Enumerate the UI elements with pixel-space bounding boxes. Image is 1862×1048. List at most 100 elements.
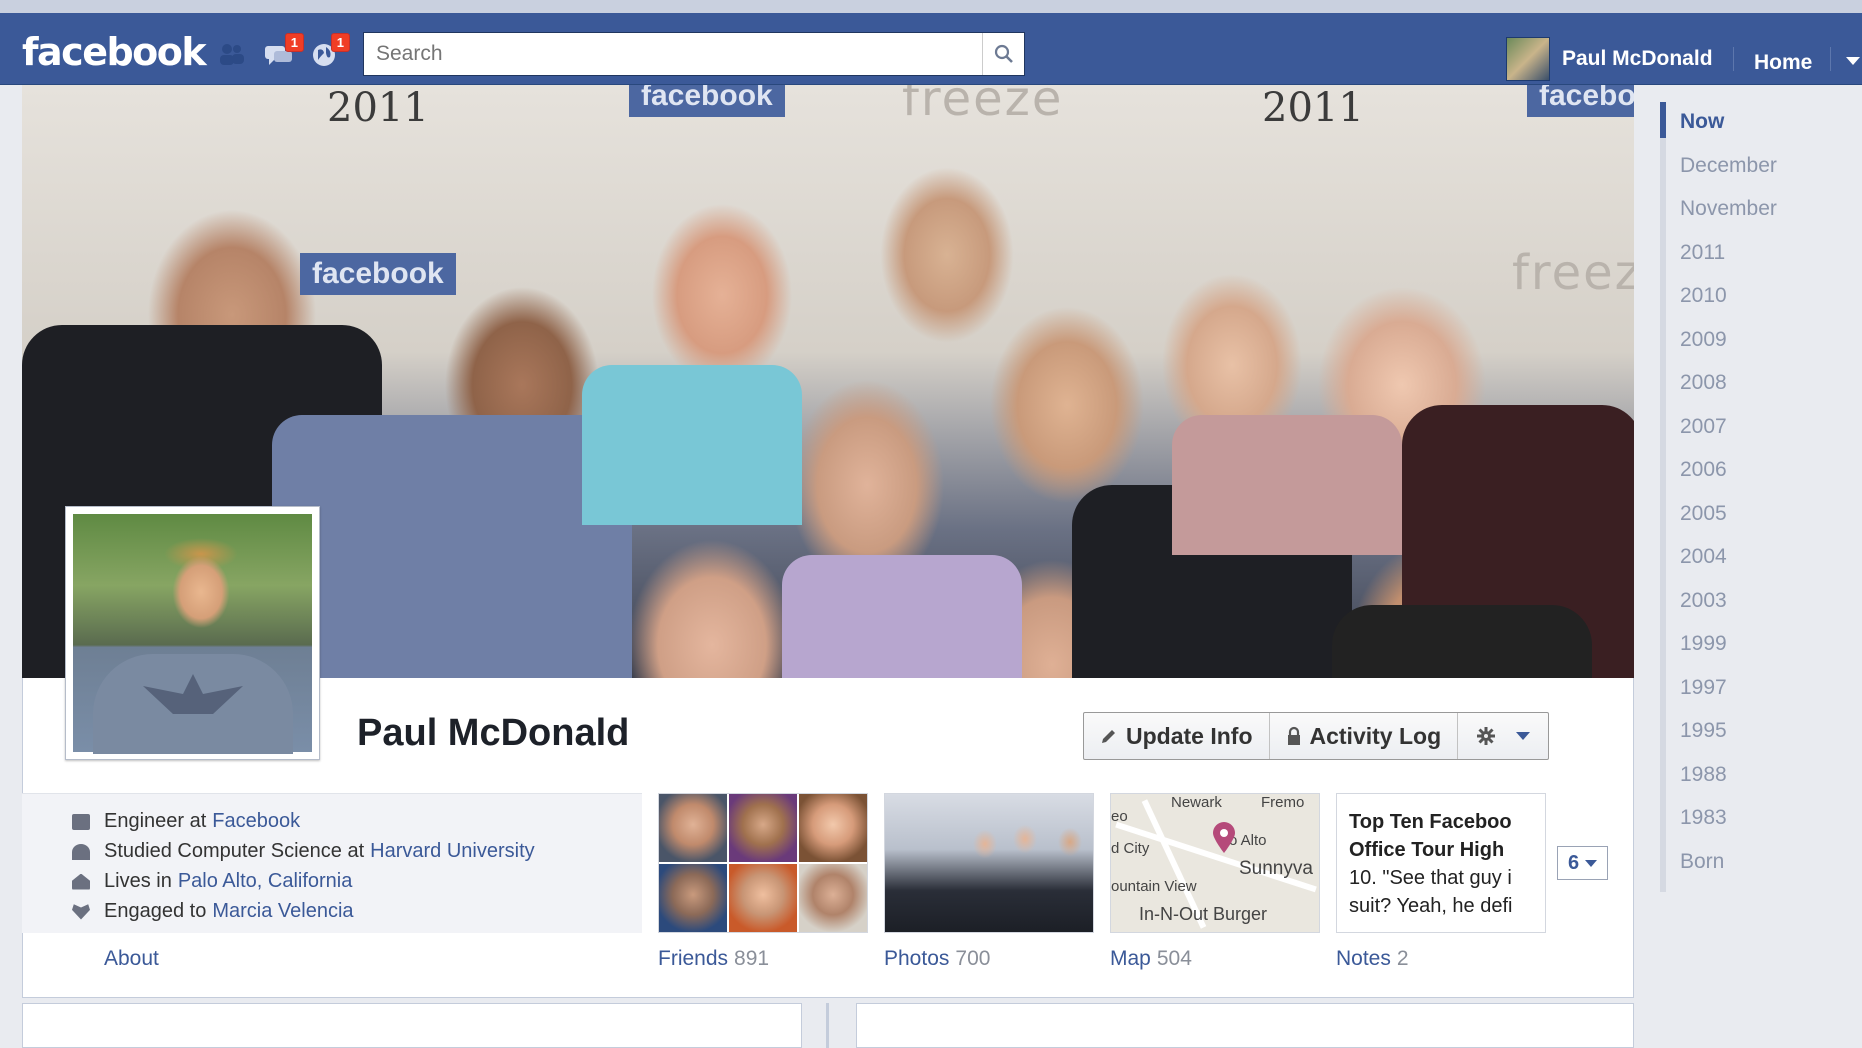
timeline-item-2011[interactable]: 2011 <box>1680 241 1725 265</box>
settings-dropdown-button[interactable] <box>1458 713 1548 759</box>
divider <box>1733 47 1734 71</box>
home-link[interactable]: Home <box>1754 51 1812 75</box>
account-menu-chevron-icon[interactable] <box>1846 57 1860 65</box>
timeline-spine <box>826 1003 829 1048</box>
update-info-label: Update Info <box>1126 722 1253 749</box>
profile-picture-image <box>73 514 312 754</box>
friend-thumbnail <box>659 794 727 862</box>
avatar <box>1506 37 1550 81</box>
friend-thumbnail <box>729 794 797 862</box>
tab-label: About <box>104 947 159 970</box>
friend-requests-jewel[interactable] <box>215 39 249 69</box>
top-bar: facebook 1 1 Paul McDonald <box>0 13 1862 85</box>
divider <box>1830 47 1831 71</box>
profile-link[interactable]: Paul McDonald <box>1506 37 1713 81</box>
timeline-story-card <box>856 1003 1634 1048</box>
tab-count: 700 <box>955 947 991 970</box>
tab-count: 2 <box>1396 947 1409 970</box>
about-education-link[interactable]: Harvard University <box>370 840 534 863</box>
about-relationship: Engaged to Marcia Velencia <box>72 900 354 923</box>
tab-count: 504 <box>1156 947 1192 970</box>
timeline-item-2010[interactable]: 2010 <box>1680 284 1727 308</box>
chevron-down-icon <box>1516 732 1531 740</box>
timeline-item-2008[interactable]: 2008 <box>1680 371 1727 395</box>
map-tile[interactable]: Newark Fremo eo d City o Alto Sunnyva ou… <box>1110 793 1320 933</box>
tab-photos[interactable]: Photos 700 <box>884 947 990 971</box>
note-excerpt: suit? Yeah, he defi <box>1349 895 1513 917</box>
tab-map[interactable]: Map 504 <box>1110 947 1192 971</box>
cover-backdrop-logo: facebo <box>1527 85 1634 117</box>
friends-tile[interactable] <box>658 793 868 933</box>
search-icon <box>994 44 1013 63</box>
timeline-item-1995[interactable]: 1995 <box>1680 719 1727 743</box>
facebook-logo[interactable]: facebook <box>22 30 207 74</box>
map-label: eo <box>1111 808 1128 825</box>
timeline-item-now[interactable]: Now <box>1680 110 1724 134</box>
cover-figure <box>1172 415 1402 555</box>
search-button[interactable] <box>982 33 1024 75</box>
messages-jewel[interactable]: 1 <box>262 33 304 69</box>
about-location: Lives in Palo Alto, California <box>72 870 352 893</box>
tab-label: Photos <box>884 947 950 970</box>
chevron-down-icon <box>1585 859 1598 867</box>
timeline-item-2007[interactable]: 2007 <box>1680 415 1727 439</box>
timeline-item-1988[interactable]: 1988 <box>1680 763 1727 787</box>
timeline-item-2005[interactable]: 2005 <box>1680 502 1727 526</box>
timeline-rail <box>1660 102 1666 892</box>
friend-thumbnail <box>729 864 797 932</box>
update-info-button[interactable]: Update Info <box>1084 713 1270 759</box>
tab-about[interactable]: About <box>104 947 159 971</box>
map-pin-icon <box>1213 822 1235 853</box>
timeline-item-november[interactable]: November <box>1680 197 1777 221</box>
cover-figure <box>582 365 802 525</box>
heart-icon <box>72 904 90 920</box>
timeline-item-1997[interactable]: 1997 <box>1680 676 1727 700</box>
notes-tile[interactable]: Top Ten Faceboo Office Tour High 10. "Se… <box>1336 793 1546 933</box>
map-label: Sunnyva <box>1239 858 1313 879</box>
tab-label: Friends <box>658 947 729 970</box>
timeline-item-december[interactable]: December <box>1680 154 1777 178</box>
about-education-text: Studied Computer Science at <box>104 840 365 862</box>
note-excerpt: 10. "See that guy i <box>1349 867 1512 889</box>
profile-picture[interactable] <box>65 506 320 760</box>
search-box <box>363 32 1025 76</box>
friend-thumbnail <box>799 794 867 862</box>
notifications-jewel[interactable]: 1 <box>308 33 350 69</box>
cover-figure <box>272 415 632 678</box>
about-education: Studied Computer Science at Harvard Univ… <box>72 840 535 863</box>
timeline-item-born[interactable]: Born <box>1680 850 1724 874</box>
activity-log-button[interactable]: Activity Log <box>1270 713 1459 759</box>
about-location-link[interactable]: Palo Alto, California <box>178 870 353 893</box>
about-relationship-link[interactable]: Marcia Velencia <box>212 900 353 923</box>
about-relationship-text: Engaged to <box>104 900 207 922</box>
more-apps-button[interactable]: 6 <box>1557 846 1608 880</box>
cover-backdrop-watermark: freeze <box>902 85 1064 127</box>
map-label: Newark <box>1171 794 1222 811</box>
tab-friends[interactable]: Friends 891 <box>658 947 769 971</box>
tab-count: 891 <box>734 947 770 970</box>
about-summary: Engineer at Facebook Studied Computer Sc… <box>22 793 642 933</box>
about-work-link[interactable]: Facebook <box>212 810 300 833</box>
tab-notes[interactable]: Notes 2 <box>1336 947 1409 971</box>
cover-backdrop-logo: facebook <box>300 253 456 295</box>
photos-thumbnail <box>885 794 1093 932</box>
about-work-text: Engineer at <box>104 810 207 832</box>
cover-backdrop-year: 2011 <box>327 85 429 131</box>
profile-name: Paul McDonald <box>357 712 630 754</box>
timeline-item-2004[interactable]: 2004 <box>1680 545 1727 569</box>
map-label: d City <box>1111 840 1150 857</box>
timeline-item-2009[interactable]: 2009 <box>1680 328 1727 352</box>
search-input[interactable] <box>364 33 982 75</box>
timeline-item-1983[interactable]: 1983 <box>1680 806 1727 830</box>
timeline-item-2006[interactable]: 2006 <box>1680 458 1727 482</box>
gear-icon <box>1477 727 1496 745</box>
notes-thumbnail: Top Ten Faceboo Office Tour High 10. "Se… <box>1337 794 1545 932</box>
map-label: Fremo <box>1261 794 1305 811</box>
timeline-item-1999[interactable]: 1999 <box>1680 632 1727 656</box>
photos-tile[interactable] <box>884 793 1094 933</box>
timeline-item-2003[interactable]: 2003 <box>1680 589 1727 613</box>
graduation-cap-icon <box>72 843 90 860</box>
browser-top-strip <box>0 0 1862 13</box>
cover-backdrop-logo: facebook <box>629 85 785 117</box>
map-label: ountain View <box>1111 878 1197 895</box>
